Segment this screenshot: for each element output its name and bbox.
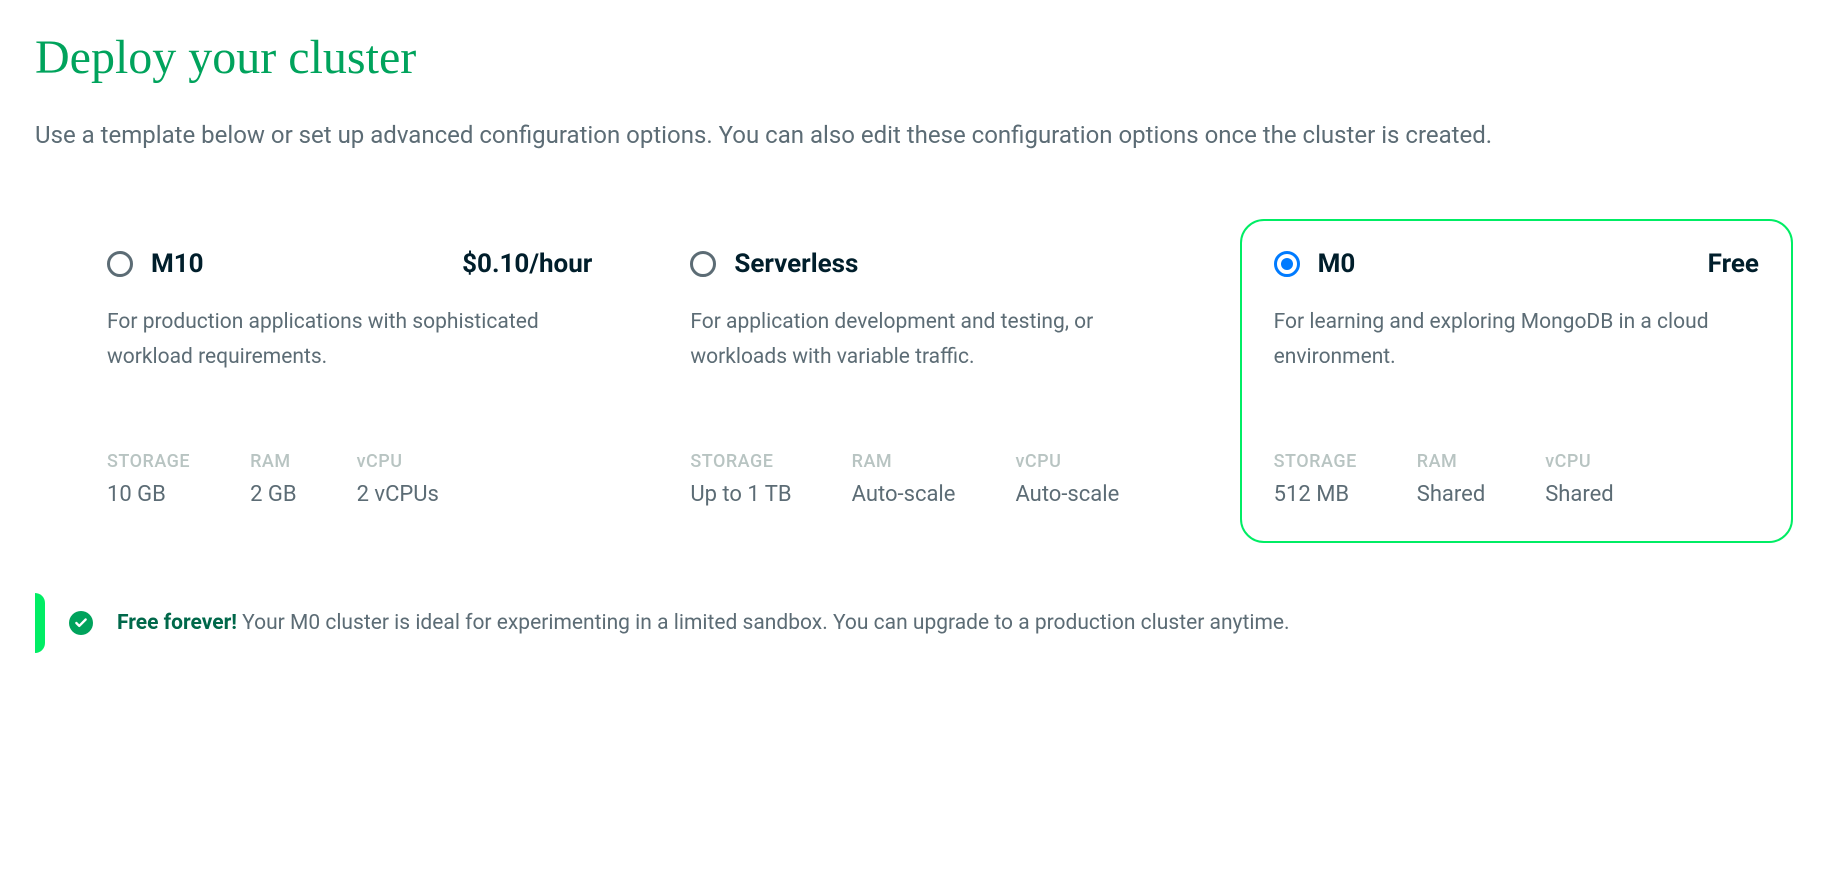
radio-icon[interactable] — [690, 251, 716, 277]
page-title: Deploy your cluster — [35, 30, 1793, 85]
banner-text: Free forever! Your M0 cluster is ideal f… — [117, 611, 1290, 635]
radio-icon[interactable] — [107, 251, 133, 277]
tier-name: Serverless — [734, 249, 1157, 279]
info-banner: Free forever! Your M0 cluster is ideal f… — [35, 593, 1793, 653]
tier-card-serverless[interactable]: Serverless For application development a… — [656, 219, 1209, 543]
page-subtitle: Use a template below or set up advanced … — [35, 113, 1705, 159]
spec-value-ram: Shared — [1417, 482, 1485, 507]
tier-specs: STORAGE 10 GB RAM 2 GB vCPU 2 vCPUs — [107, 451, 592, 507]
banner-bold-text: Free forever! — [117, 611, 237, 635]
spec-label-ram: RAM — [250, 451, 297, 472]
spec-label-storage: STORAGE — [107, 451, 190, 472]
tier-card-header: M0 Free — [1274, 249, 1759, 279]
spec-label-storage: STORAGE — [690, 451, 791, 472]
spec-value-storage: 10 GB — [107, 482, 190, 507]
spec-label-storage: STORAGE — [1274, 451, 1357, 472]
tier-cards-container: M10 $0.10/hour For production applicatio… — [73, 219, 1793, 543]
radio-icon[interactable] — [1274, 251, 1300, 277]
tier-card-header: M10 $0.10/hour — [107, 249, 592, 279]
tier-description: For application development and testing,… — [690, 305, 1175, 415]
banner-body-text: Your M0 cluster is ideal for experimenti… — [237, 611, 1290, 635]
check-circle-icon — [69, 611, 93, 635]
spec-value-vcpu: 2 vCPUs — [357, 482, 439, 507]
tier-card-header: Serverless — [690, 249, 1175, 279]
banner-accent-bar — [35, 593, 45, 653]
spec-label-vcpu: vCPU — [1545, 451, 1613, 472]
tier-name: M10 — [151, 249, 444, 279]
tier-description: For production applications with sophist… — [107, 305, 592, 415]
tier-specs: STORAGE 512 MB RAM Shared vCPU Shared — [1274, 451, 1759, 507]
spec-label-vcpu: vCPU — [357, 451, 439, 472]
spec-label-vcpu: vCPU — [1015, 451, 1119, 472]
tier-description: For learning and exploring MongoDB in a … — [1274, 305, 1759, 415]
spec-value-storage: 512 MB — [1274, 482, 1357, 507]
spec-label-ram: RAM — [852, 451, 956, 472]
tier-card-m0[interactable]: M0 Free For learning and exploring Mongo… — [1240, 219, 1793, 543]
spec-value-storage: Up to 1 TB — [690, 482, 791, 507]
spec-value-ram: 2 GB — [250, 482, 297, 507]
spec-value-ram: Auto-scale — [852, 482, 956, 507]
spec-value-vcpu: Auto-scale — [1015, 482, 1119, 507]
tier-name: M0 — [1318, 249, 1690, 279]
tier-specs: STORAGE Up to 1 TB RAM Auto-scale vCPU A… — [690, 451, 1175, 507]
spec-label-ram: RAM — [1417, 451, 1485, 472]
tier-price: $0.10/hour — [462, 249, 592, 279]
tier-price: Free — [1708, 249, 1759, 279]
tier-card-m10[interactable]: M10 $0.10/hour For production applicatio… — [73, 219, 626, 543]
spec-value-vcpu: Shared — [1545, 482, 1613, 507]
